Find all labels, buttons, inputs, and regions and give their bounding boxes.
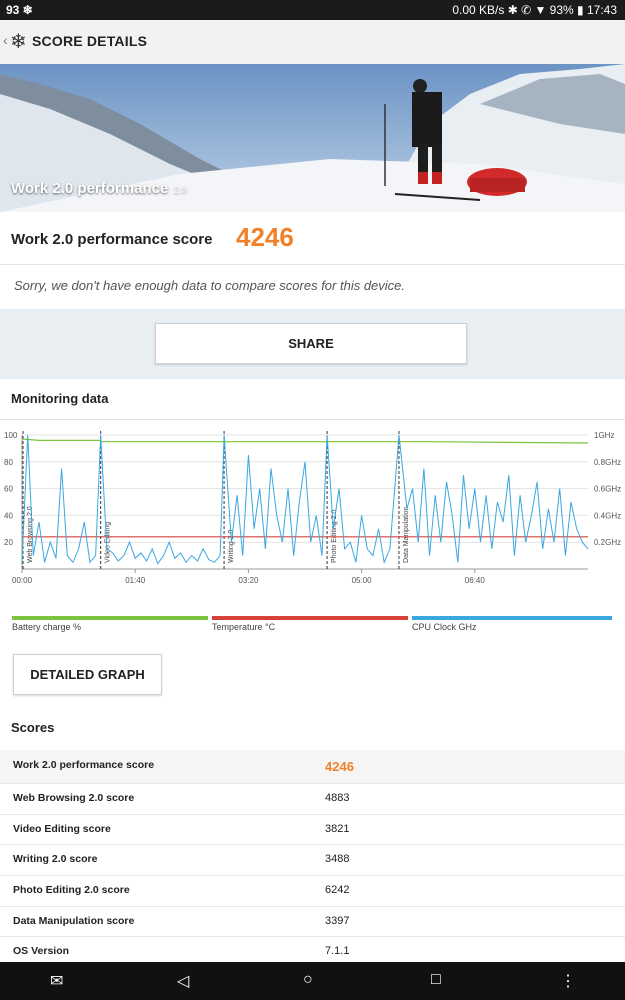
row-label: Web Browsing 2.0 score xyxy=(13,792,135,804)
status-bar: 93 ❄ 0.00 KB/s ✱ ✆ ▼ 93% ▮ 17:43 xyxy=(0,0,625,20)
legend-label-battery: Battery charge % xyxy=(12,622,82,632)
hero-version: 2.0 xyxy=(174,185,187,195)
overall-score-value: 4246 xyxy=(236,222,294,252)
y-tick-left: 100 xyxy=(4,431,18,440)
row-label: OS Version xyxy=(13,945,70,958)
x-tick-label: 01:40 xyxy=(125,576,146,585)
monitoring-panel: Monitoring data 100 1GHz 80 0.8GHz 60 0.6GHz 4… xyxy=(0,379,625,759)
detailed-graph-button[interactable]: DETAILED GRAPH xyxy=(13,654,162,695)
recents-icon[interactable]: □ xyxy=(431,971,441,989)
hero-banner: Work 2.0 performance 2.0 xyxy=(0,64,625,212)
y-tick-right: 0.2GHz xyxy=(594,538,621,547)
back-nav-icon[interactable]: ◁ xyxy=(177,971,189,991)
home-icon[interactable]: ○ xyxy=(303,971,313,989)
row-value: 3821 xyxy=(325,822,350,835)
monitoring-chart: 100 1GHz 80 0.8GHz 60 0.6GHz 40 0.4GHz 20 0.2GHz 0… xyxy=(4,431,621,585)
app-bar: ‹ ❄ SCORE DETAILS xyxy=(0,20,625,65)
y-tick-right: 0.6GHz xyxy=(594,485,621,494)
divider xyxy=(0,419,625,420)
y-tick-left: 80 xyxy=(4,458,13,467)
row-label: Work 2.0 performance score xyxy=(13,759,155,771)
row-value: 4246 xyxy=(325,759,354,774)
monitoring-title: Monitoring data xyxy=(11,391,109,406)
row-label: Video Editing score xyxy=(13,822,111,835)
row-value: 3397 xyxy=(325,914,350,927)
y-tick-right: 1GHz xyxy=(594,431,614,440)
overall-score: Work 2.0 performance score 4246 xyxy=(0,212,625,265)
series-line-cpu-clock-ghz xyxy=(21,434,589,565)
x-tick-label: 05:00 xyxy=(352,576,373,585)
x-tick-label: 03:20 xyxy=(238,576,259,585)
scores-table: Work 2.0 performance score 4246 Web Brows… xyxy=(0,750,625,969)
legend-bar-cpu xyxy=(412,616,612,620)
table-row: Video Editing score 3821 xyxy=(0,814,625,846)
scores-title: Scores xyxy=(11,720,55,735)
row-value: 7.1.1 xyxy=(325,945,350,958)
more-icon[interactable]: ⋮ xyxy=(560,971,576,991)
legend-bar-battery xyxy=(12,616,208,620)
table-row: Photo Editing 2.0 score 6242 xyxy=(0,876,625,907)
row-label: Data Manipulation score xyxy=(13,914,135,927)
navigation-bar: ✉ ◁ ○ □ ⋮ xyxy=(0,962,625,1000)
hero-title: Work 2.0 performance 2.0 xyxy=(11,180,187,197)
hero-title-text: Work 2.0 performance xyxy=(11,180,169,197)
back-icon[interactable]: ‹ xyxy=(3,32,8,48)
row-value: 3488 xyxy=(325,853,350,866)
legend-label-cpu: CPU Clock GHz xyxy=(412,622,477,632)
table-row: Work 2.0 performance score 4246 xyxy=(0,750,625,784)
mail-icon[interactable]: ✉ xyxy=(50,971,63,991)
series-line-battery-charge- xyxy=(21,438,589,444)
row-value: 6242 xyxy=(325,884,350,897)
section-label: Data Manipulation xyxy=(403,506,410,563)
table-row: Writing 2.0 score 3488 xyxy=(0,845,625,877)
y-tick-left: 40 xyxy=(4,511,13,520)
y-tick-left: 20 xyxy=(4,538,13,547)
y-tick-right: 0.8GHz xyxy=(594,458,621,467)
status-right: 0.00 KB/s ✱ ✆ ▼ 93% ▮ 17:43 xyxy=(452,3,617,17)
share-button[interactable]: SHARE xyxy=(155,323,467,364)
section-label: Writing 2.0 xyxy=(228,530,235,563)
page-title: SCORE DETAILS xyxy=(32,33,148,49)
comparison-notice: Sorry, we don't have enough data to comp… xyxy=(0,265,625,309)
overall-score-label: Work 2.0 performance score xyxy=(11,231,213,248)
table-row: Web Browsing 2.0 score 4883 xyxy=(0,784,625,815)
y-tick-right: 0.4GHz xyxy=(594,511,621,520)
x-tick-label: 00:00 xyxy=(12,576,33,585)
y-tick-left: 60 xyxy=(4,485,13,494)
legend-bar-temperature xyxy=(212,616,408,620)
row-label: Photo Editing 2.0 score xyxy=(13,884,130,897)
x-tick-label: 06:40 xyxy=(465,576,486,585)
share-section: SHARE xyxy=(0,309,625,379)
notice-text: Sorry, we don't have enough data to comp… xyxy=(14,278,406,293)
status-left: 93 ❄ xyxy=(6,3,33,17)
table-row: Data Manipulation score 3397 xyxy=(0,906,625,938)
snowflake-icon: ❄ xyxy=(10,31,27,53)
row-label: Writing 2.0 score xyxy=(13,853,98,866)
row-value: 4883 xyxy=(325,792,350,804)
legend-label-temperature: Temperature °C xyxy=(212,622,276,632)
